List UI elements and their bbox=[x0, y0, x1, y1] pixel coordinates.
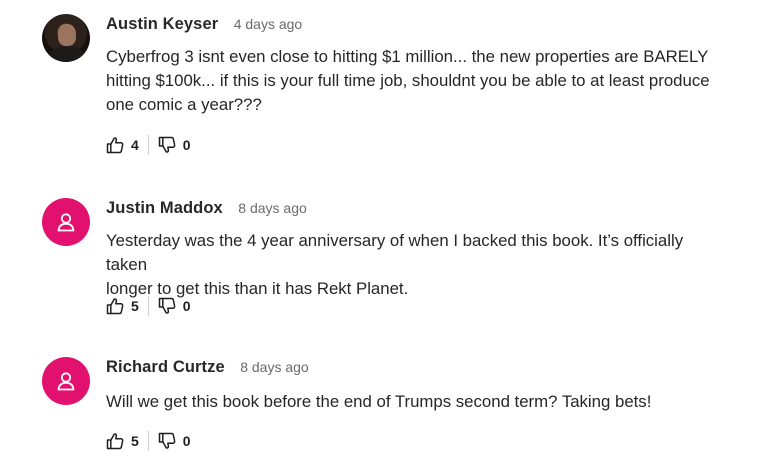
thumbs-down-icon bbox=[158, 136, 176, 153]
comment-header: Austin Keyser 4 days ago bbox=[106, 15, 302, 34]
upvote-count: 4 bbox=[131, 137, 139, 153]
downvote-count: 0 bbox=[182, 137, 191, 153]
thumbs-up-icon bbox=[106, 298, 124, 315]
user-icon bbox=[57, 372, 75, 391]
comment-body: Cyberfrog 3 isnt even close to hitting $… bbox=[106, 45, 726, 117]
comment-body-line: Yesterday was the 4 year anniversary of … bbox=[106, 231, 684, 274]
timestamp: 8 days ago bbox=[240, 359, 309, 375]
comment-body-line: longer to get this than it has Rekt Plan… bbox=[106, 279, 409, 298]
comment-body-line: Cyberfrog 3 isnt even close to hitting $… bbox=[106, 47, 709, 66]
comment-body-line: Will we get this book before the end of … bbox=[106, 392, 652, 411]
timestamp: 4 days ago bbox=[233, 16, 303, 32]
upvote-button[interactable]: 5 bbox=[106, 297, 139, 315]
avatar[interactable] bbox=[42, 198, 90, 246]
timestamp: 8 days ago bbox=[238, 200, 307, 216]
avatar[interactable] bbox=[42, 14, 90, 62]
author-name[interactable]: Austin Keyser bbox=[106, 15, 218, 33]
comment-body: Yesterday was the 4 year anniversary of … bbox=[106, 229, 726, 301]
vote-divider bbox=[147, 296, 149, 316]
upvote-count: 5 bbox=[131, 433, 139, 449]
downvote-button[interactable]: 0 bbox=[158, 297, 191, 315]
vote-bar: 5 0 bbox=[106, 296, 191, 316]
downvote-button[interactable]: 0 bbox=[158, 136, 191, 154]
vote-bar: 5 0 bbox=[106, 431, 191, 451]
author-name[interactable]: Richard Curtze bbox=[106, 358, 225, 376]
thumbs-down-icon bbox=[158, 297, 176, 314]
upvote-button[interactable]: 5 bbox=[106, 432, 139, 450]
thumbs-up-icon bbox=[106, 137, 124, 154]
downvote-count: 0 bbox=[182, 433, 191, 449]
thumbs-up-icon bbox=[106, 433, 124, 450]
avatar[interactable] bbox=[42, 357, 90, 405]
comment-body: Will we get this book before the end of … bbox=[106, 390, 726, 414]
downvote-button[interactable]: 0 bbox=[158, 432, 191, 450]
comment-body-line: one comic a year??? bbox=[106, 95, 262, 114]
comment-body-line: hitting $100k... if this is your full ti… bbox=[106, 71, 710, 90]
vote-bar: 4 0 bbox=[106, 135, 191, 155]
comment-header: Richard Curtze 8 days ago bbox=[106, 358, 309, 377]
author-name[interactable]: Justin Maddox bbox=[106, 199, 223, 217]
downvote-count: 0 bbox=[182, 298, 191, 314]
comment-header: Justin Maddox 8 days ago bbox=[106, 199, 307, 218]
thumbs-down-icon bbox=[158, 432, 176, 449]
vote-divider bbox=[147, 135, 149, 155]
user-icon bbox=[57, 213, 75, 232]
upvote-count: 5 bbox=[131, 298, 139, 314]
vote-divider bbox=[147, 431, 149, 451]
upvote-button[interactable]: 4 bbox=[106, 136, 139, 154]
